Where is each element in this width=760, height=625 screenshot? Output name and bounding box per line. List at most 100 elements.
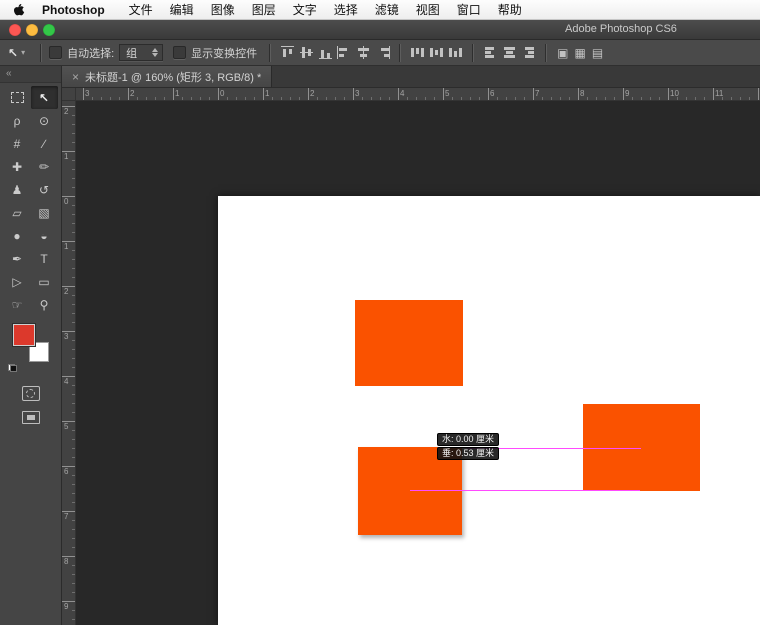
dodge-icon: ◒ [40, 228, 48, 243]
minimize-window-button[interactable] [26, 24, 38, 36]
history-brush-tool[interactable]: ↺ [31, 178, 58, 201]
eyedropper-tool[interactable]: ∕ [31, 132, 58, 155]
lasso-tool[interactable]: ρ [4, 109, 31, 132]
rectangle-icon: ▭ [38, 274, 50, 289]
ruler-number: 7 [535, 89, 540, 98]
ruler-number: 2 [310, 89, 315, 98]
ruler-number: 1 [175, 89, 180, 98]
show-transform-checkbox[interactable] [173, 46, 187, 59]
blur-icon: ● [13, 228, 21, 243]
rectangle-shape-1[interactable] [355, 300, 463, 386]
distribute-right-edges-button[interactable] [521, 46, 537, 59]
type-tool[interactable]: T [31, 247, 58, 270]
ruler-number: 9 [625, 89, 630, 98]
gradient-icon: ▧ [38, 205, 50, 220]
align-horizontal-centers-button[interactable] [356, 46, 372, 59]
ruler-number: 6 [490, 89, 495, 98]
menu-filter[interactable]: 滤镜 [375, 1, 399, 18]
menu-file[interactable]: 文件 [129, 1, 153, 18]
marquee-icon [10, 92, 24, 103]
healing-brush-tool[interactable]: ✚ [4, 155, 31, 178]
align-right-edges-button[interactable] [375, 46, 391, 59]
align-left-edges-button[interactable] [337, 46, 353, 59]
tool-preset-picker[interactable]: ↖ ▾ [0, 46, 33, 60]
path-selection-tool[interactable]: ▷ [4, 270, 31, 293]
quick-mask-button[interactable] [21, 386, 40, 401]
menu-help[interactable]: 帮助 [498, 1, 522, 18]
move-icon: ↖ [38, 90, 50, 105]
menu-select[interactable]: 选择 [334, 1, 358, 18]
canvas-area[interactable]: 水: 0.00 厘米 垂: 0.53 厘米 [76, 101, 760, 625]
crop-tool[interactable]: # [4, 132, 31, 155]
ruler-number: 8 [64, 557, 69, 566]
dodge-tool[interactable]: ◒ [31, 224, 58, 247]
pen-tool[interactable]: ✒ [4, 247, 31, 270]
ruler-number: 11 [715, 89, 724, 98]
menu-view[interactable]: 视图 [416, 1, 440, 18]
show-transform-label: 显示变换控件 [191, 47, 258, 60]
align-top-edges-button[interactable] [280, 46, 296, 59]
document-tab[interactable]: × 未标题-1 @ 160% (矩形 3, RGB/8) * [62, 66, 273, 87]
ruler-number: 4 [64, 377, 69, 386]
move-tool-icon: ↖ [8, 45, 19, 60]
distribute-bottom-edges-button[interactable] [448, 46, 464, 59]
ruler-origin-corner[interactable] [62, 88, 76, 101]
distribute-top-edges-button[interactable] [410, 46, 426, 59]
ruler-number: 1 [64, 152, 69, 161]
eraser-icon: ▱ [12, 205, 22, 220]
ruler-number: 0 [64, 197, 69, 206]
auto-align-layers-button[interactable]: ▣ [557, 46, 568, 60]
menu-layer[interactable]: 图层 [252, 1, 276, 18]
close-tab-icon[interactable]: × [72, 70, 79, 84]
macos-menubar: Photoshop 文件 编辑 图像 图层 文字 选择 滤镜 视图 窗口 帮助 [0, 0, 760, 20]
distribute-vertical-centers-button[interactable] [429, 46, 445, 59]
menu-image[interactable]: 图像 [211, 1, 235, 18]
align-vertical-centers-button[interactable] [299, 46, 315, 59]
auto-select-target-dropdown[interactable]: 组 [119, 44, 164, 61]
rectangle-tool[interactable]: ▭ [31, 270, 58, 293]
close-window-button[interactable] [9, 24, 21, 36]
hand-tool[interactable]: ☞ [4, 293, 31, 316]
3d-mode-button[interactable]: ▤ [592, 46, 603, 60]
document-tab-label: 未标题-1 @ 160% (矩形 3, RGB/8) * [85, 71, 262, 84]
tool-options-bar: ↖ ▾ 自动选择: 组 显示变换控件 ▣ ▦ ▤ [0, 40, 760, 66]
apple-menu-icon[interactable] [12, 2, 26, 17]
eraser-tool[interactable]: ▱ [4, 201, 31, 224]
move-tool[interactable]: ↖ [30, 86, 58, 109]
menubar-app-name[interactable]: Photoshop [42, 3, 105, 17]
menu-window[interactable]: 窗口 [457, 1, 481, 18]
gradient-tool[interactable]: ▧ [31, 201, 58, 224]
path-selection-icon: ▷ [12, 274, 22, 289]
pen-icon: ✒ [11, 251, 23, 266]
history-brush-icon: ↺ [38, 182, 50, 197]
ruler-number: 4 [400, 89, 405, 98]
align-bottom-edges-button[interactable] [318, 46, 334, 59]
quick-selection-tool[interactable]: ⊙ [31, 109, 58, 132]
menu-edit[interactable]: 编辑 [170, 1, 194, 18]
ruler-number: 2 [64, 107, 69, 116]
tool-grid: ↖ ρ ⊙ # ∕ ✚ ✏ ♟ ↺ ▱ ▧ ● ◒ ✒ T ▷ ▭ ☞ ⚲ [0, 86, 61, 316]
vertical-ruler[interactable]: 2 1 0 1 2 3 4 5 6 7 8 9 10 [62, 101, 76, 625]
zoom-tool[interactable]: ⚲ [31, 293, 58, 316]
smart-guide-horizontal-2 [410, 490, 640, 491]
auto-select-checkbox[interactable] [49, 46, 63, 59]
zoom-window-button[interactable] [43, 24, 55, 36]
brush-tool[interactable]: ✏ [31, 155, 58, 178]
blur-tool[interactable]: ● [4, 224, 31, 247]
collapse-panel-button[interactable]: « [0, 66, 61, 83]
foreground-color-swatch[interactable] [12, 324, 35, 346]
window-titlebar[interactable]: Adobe Photoshop CS6 [0, 20, 760, 40]
horizontal-ruler[interactable]: 3 2 1 0 1 2 3 4 5 6 7 8 9 10 11 [76, 88, 760, 101]
chevron-down-icon: ▾ [21, 48, 26, 57]
screen-mode-button[interactable] [21, 411, 40, 424]
default-colors-icon[interactable] [8, 364, 17, 372]
auto-select-label: 自动选择: [67, 47, 115, 60]
distribute-horizontal-centers-button[interactable] [502, 46, 518, 59]
distribute-left-edges-button[interactable] [483, 46, 499, 59]
menu-type[interactable]: 文字 [293, 1, 317, 18]
move-distance-y: 垂: 0.53 厘米 [437, 447, 500, 460]
3d-mode-button[interactable]: ▦ [574, 46, 585, 60]
ruler-number: 2 [130, 89, 135, 98]
rectangular-marquee-tool[interactable] [4, 86, 31, 109]
clone-stamp-tool[interactable]: ♟ [4, 178, 31, 201]
